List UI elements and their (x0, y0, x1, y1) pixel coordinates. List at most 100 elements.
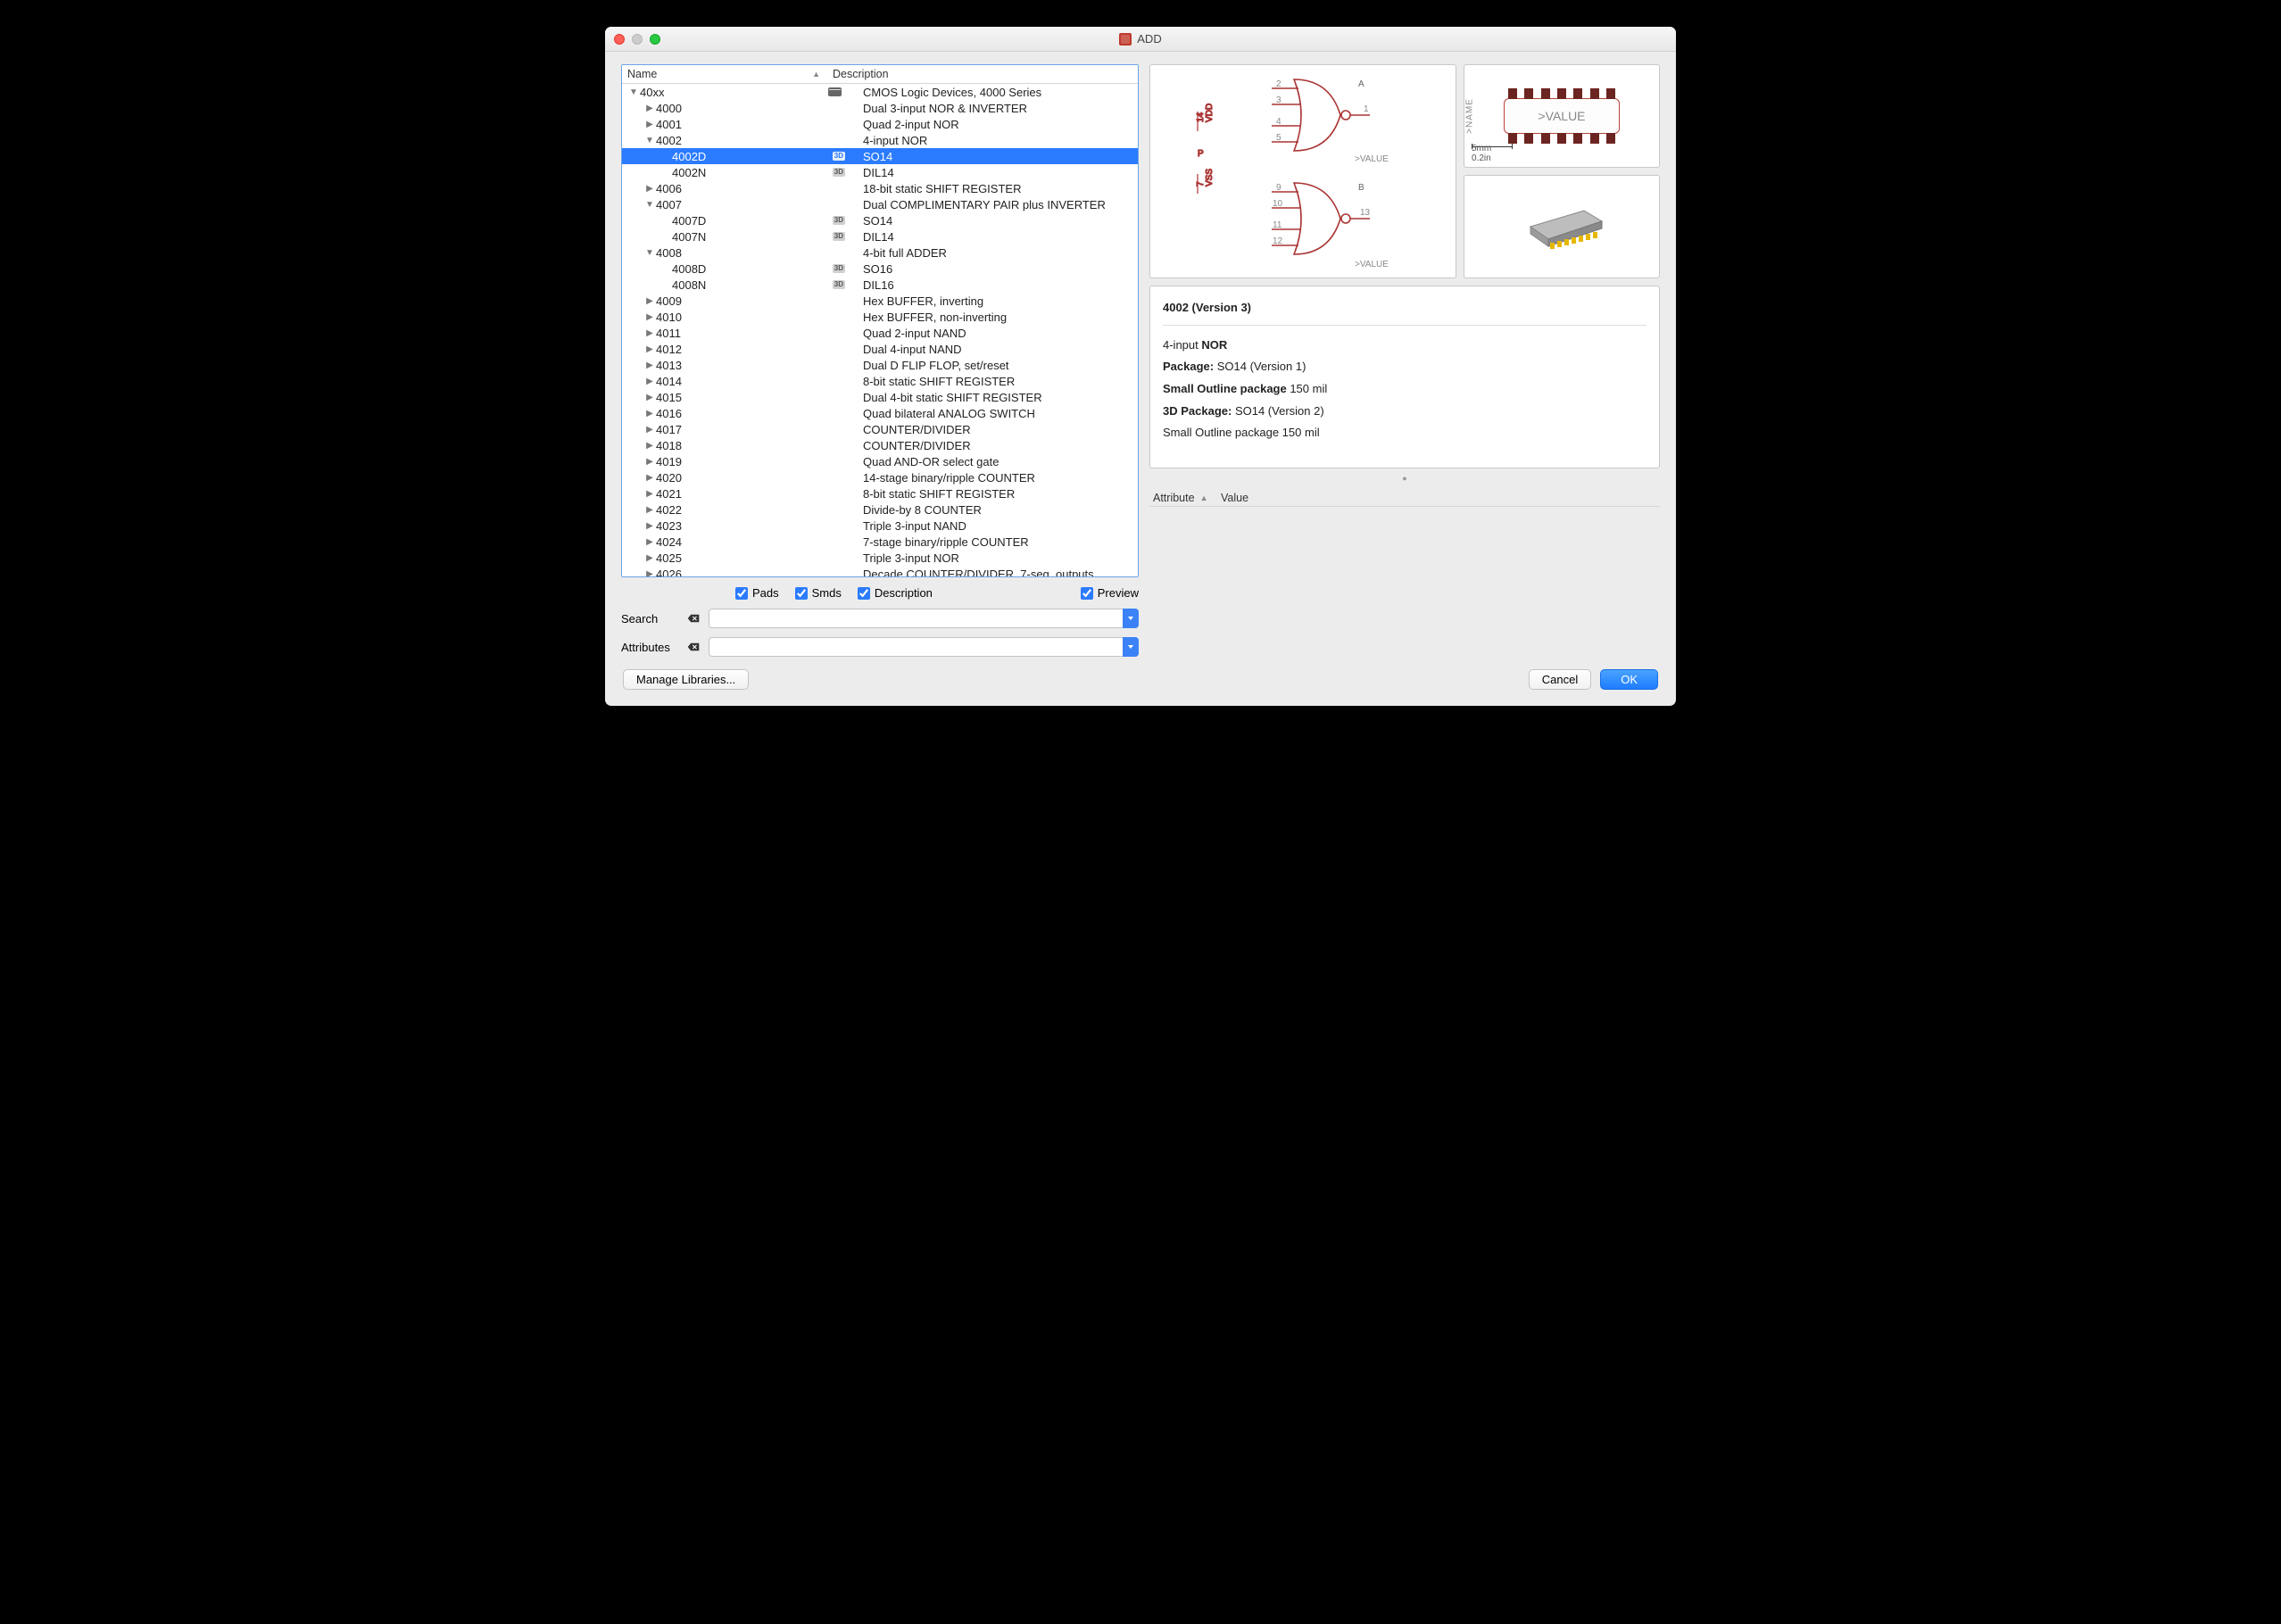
disclosure-arrow-icon[interactable]: ▶ (643, 312, 656, 322)
tree-row[interactable]: ▶4017COUNTER/DIVIDER (622, 421, 1138, 437)
detail-func-bold: NOR (1201, 338, 1227, 352)
tree-row[interactable]: 4002D3DSO14 (622, 148, 1138, 164)
disclosure-arrow-icon[interactable]: ▶ (643, 120, 656, 129)
tree-row[interactable]: ▶4009Hex BUFFER, inverting (622, 293, 1138, 309)
3d-preview-pane[interactable] (1464, 175, 1660, 278)
smds-checkbox[interactable]: Smds (795, 586, 842, 600)
attributes-input[interactable] (709, 637, 1139, 657)
tree-item-label: 4017 (656, 423, 682, 436)
3d-badge: 3D (833, 168, 845, 177)
ok-button[interactable]: OK (1600, 669, 1658, 690)
tree-row[interactable]: ▶400618-bit static SHIFT REGISTER (622, 180, 1138, 196)
svg-text:1: 1 (1364, 104, 1369, 114)
tree-row[interactable]: 4007N3DDIL14 (622, 228, 1138, 244)
disclosure-arrow-icon[interactable]: ▶ (643, 553, 656, 563)
col-header-desc[interactable]: Description (833, 68, 889, 80)
disclosure-arrow-icon[interactable]: ▶ (643, 521, 656, 531)
attr-col-value[interactable]: Value (1221, 492, 1248, 504)
col-header-name[interactable]: Name (627, 68, 657, 80)
footprint-preview-pane[interactable]: >NAME >VALUE 5mm 0.2in (1464, 64, 1660, 168)
disclosure-arrow-icon[interactable]: ▶ (643, 184, 656, 194)
tree-row[interactable]: ▼40084-bit full ADDER (622, 244, 1138, 261)
attributes-combo[interactable] (709, 637, 1139, 657)
disclosure-arrow-icon[interactable]: ▼ (627, 87, 640, 97)
tree-row[interactable]: 4008N3DDIL16 (622, 277, 1138, 293)
chevron-down-icon[interactable] (1123, 609, 1139, 628)
attribute-table[interactable]: Attribute▲ Value (1149, 490, 1660, 659)
tree-row[interactable]: ▶4018COUNTER/DIVIDER (622, 437, 1138, 453)
tree-row[interactable]: 4008D3DSO16 (622, 261, 1138, 277)
search-combo[interactable] (709, 609, 1139, 628)
disclosure-arrow-icon[interactable]: ▶ (643, 441, 656, 451)
disclosure-arrow-icon[interactable]: ▶ (643, 473, 656, 483)
disclosure-arrow-icon[interactable]: ▼ (643, 248, 656, 258)
tree-row[interactable]: ▼4007Dual COMPLIMENTARY PAIR plus INVERT… (622, 196, 1138, 212)
tree-row[interactable]: ▶4023Triple 3-input NAND (622, 518, 1138, 534)
tree-header[interactable]: Name▲ Description (622, 65, 1138, 84)
disclosure-arrow-icon[interactable]: ▶ (643, 328, 656, 338)
tree-row[interactable]: ▶40247-stage binary/ripple COUNTER (622, 534, 1138, 550)
pads-checkbox[interactable]: Pads (735, 586, 779, 600)
disclosure-arrow-icon[interactable]: ▶ (643, 569, 656, 578)
chevron-down-icon[interactable] (1123, 637, 1139, 657)
disclosure-arrow-icon[interactable]: ▶ (643, 425, 656, 435)
preview-checkbox[interactable]: Preview (1081, 586, 1139, 600)
disclosure-arrow-icon[interactable]: ▶ (643, 296, 656, 306)
tree-row[interactable]: ▶4010Hex BUFFER, non-inverting (622, 309, 1138, 325)
splitter-handle[interactable]: ● (1149, 474, 1660, 483)
disclosure-arrow-icon[interactable]: ▶ (643, 377, 656, 386)
svg-text:4: 4 (1276, 117, 1282, 127)
disclosure-arrow-icon[interactable]: ▶ (643, 537, 656, 547)
disclosure-arrow-icon[interactable]: ▶ (643, 393, 656, 402)
description-checkbox[interactable]: Description (858, 586, 933, 600)
clear-attributes-icon[interactable] (687, 641, 700, 653)
disclosure-arrow-icon[interactable]: ▼ (643, 200, 656, 210)
3d-chip-icon (1513, 200, 1611, 253)
tree-row[interactable]: ▶4000Dual 3-input NOR & INVERTER (622, 100, 1138, 116)
disclosure-arrow-icon[interactable]: ▶ (643, 457, 656, 467)
disclosure-arrow-icon[interactable]: ▶ (643, 489, 656, 499)
tree-row[interactable]: 4007D3DSO14 (622, 212, 1138, 228)
tree-row[interactable]: ▼40024-input NOR (622, 132, 1138, 148)
search-input[interactable] (709, 609, 1139, 628)
tree-row[interactable]: ▶4001Quad 2-input NOR (622, 116, 1138, 132)
tree-item-label: 4012 (656, 343, 682, 356)
preview-checkbox-input[interactable] (1081, 587, 1093, 600)
tree-item-description: Triple 3-input NAND (849, 519, 1138, 533)
disclosure-arrow-icon[interactable]: ▶ (643, 104, 656, 113)
tree-row[interactable]: ▶4026Decade COUNTER/DIVIDER, 7-seg. outp… (622, 566, 1138, 577)
tree-row[interactable]: ▶4013Dual D FLIP FLOP, set/reset (622, 357, 1138, 373)
tree-row[interactable]: ▶4015Dual 4-bit static SHIFT REGISTER (622, 389, 1138, 405)
zoom-icon[interactable] (650, 34, 660, 45)
pads-checkbox-input[interactable] (735, 587, 748, 600)
tree-row[interactable]: ▼40xxCMOS Logic Devices, 4000 Series (622, 84, 1138, 100)
disclosure-arrow-icon[interactable]: ▶ (643, 360, 656, 370)
tree-row[interactable]: ▶4025Triple 3-input NOR (622, 550, 1138, 566)
tree-row[interactable]: 4002N3DDIL14 (622, 164, 1138, 180)
tree-row[interactable]: ▶4019Quad AND-OR select gate (622, 453, 1138, 469)
window-title: ADD (1137, 32, 1161, 46)
disclosure-arrow-icon[interactable]: ▶ (643, 409, 656, 418)
disclosure-arrow-icon[interactable]: ▶ (643, 344, 656, 354)
tree-row[interactable]: ▶4016Quad bilateral ANALOG SWITCH (622, 405, 1138, 421)
3d-badge: 3D (833, 264, 845, 273)
tree-row[interactable]: ▶4011Quad 2-input NAND (622, 325, 1138, 341)
attr-col-attribute[interactable]: Attribute (1153, 492, 1195, 504)
library-tree[interactable]: Name▲ Description ▼40xxCMOS Logic Device… (621, 64, 1139, 577)
manage-libraries-button[interactable]: Manage Libraries... (623, 669, 749, 690)
disclosure-arrow-icon[interactable]: ▶ (643, 505, 656, 515)
tree-item-label: 4022 (656, 503, 682, 517)
cancel-button[interactable]: Cancel (1529, 669, 1591, 690)
smds-checkbox-input[interactable] (795, 587, 808, 600)
disclosure-arrow-icon[interactable]: ▼ (643, 136, 656, 145)
symbol-preview-pane[interactable]: 14 VDD P 7 VSS (1149, 64, 1456, 278)
close-icon[interactable] (614, 34, 625, 45)
tree-row[interactable]: ▶40148-bit static SHIFT REGISTER (622, 373, 1138, 389)
tree-row[interactable]: ▶4022Divide-by 8 COUNTER (622, 501, 1138, 518)
detail-pkg-label: Package: (1163, 360, 1214, 373)
tree-row[interactable]: ▶4012Dual 4-input NAND (622, 341, 1138, 357)
clear-search-icon[interactable] (687, 612, 700, 625)
tree-row[interactable]: ▶40218-bit static SHIFT REGISTER (622, 485, 1138, 501)
tree-row[interactable]: ▶402014-stage binary/ripple COUNTER (622, 469, 1138, 485)
description-checkbox-input[interactable] (858, 587, 870, 600)
